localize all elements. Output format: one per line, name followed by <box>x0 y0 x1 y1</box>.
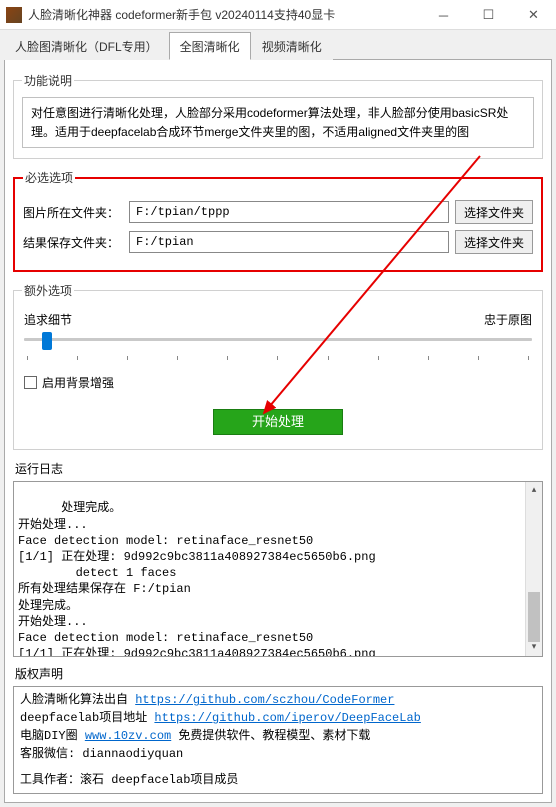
fidelity-slider[interactable] <box>22 332 534 366</box>
window-controls: ─ ☐ ✕ <box>421 0 556 29</box>
source-row: 图片所在文件夹： 选择文件夹 <box>23 200 533 224</box>
copyright-legend: 版权声明 <box>15 665 543 682</box>
log-output[interactable]: 处理完成。 开始处理... Face detection model: reti… <box>13 481 543 657</box>
log-scrollbar[interactable]: ▴ ▾ <box>525 482 542 656</box>
app-icon <box>6 7 22 23</box>
slider-thumb[interactable] <box>42 332 52 350</box>
maximize-button[interactable]: ☐ <box>466 0 511 30</box>
slider-right-label: 忠于原图 <box>484 311 532 328</box>
bg-enhance-label: 启用背景增强 <box>42 374 114 391</box>
bg-enhance-row: 启用背景增强 <box>24 374 532 391</box>
tab-face-dfl[interactable]: 人脸图清晰化（DFL专用） <box>4 32 169 60</box>
scroll-down-icon[interactable]: ▾ <box>526 639 542 656</box>
required-legend: 必选选项 <box>23 169 75 186</box>
required-group: 必选选项 图片所在文件夹： 选择文件夹 结果保存文件夹： 选择文件夹 <box>13 169 543 272</box>
slider-labels: 追求细节 忠于原图 <box>24 311 532 328</box>
link-10zv[interactable]: www.10zv.com <box>85 729 171 743</box>
copyright-box: 人脸清晰化算法出自 https://github.com/sczhou/Code… <box>13 686 543 794</box>
slider-left-label: 追求细节 <box>24 311 72 328</box>
bg-enhance-checkbox[interactable] <box>24 376 37 389</box>
wechat-line: 客服微信: diannaodiyquan <box>20 745 536 763</box>
scroll-thumb[interactable] <box>528 592 540 642</box>
start-button[interactable]: 开始处理 <box>213 409 343 435</box>
description-legend: 功能说明 <box>22 72 74 89</box>
dest-browse-button[interactable]: 选择文件夹 <box>455 230 533 254</box>
tab-panel: 功能说明 对任意图进行清晰化处理，人脸部分采用codeformer算法处理，非人… <box>4 59 552 803</box>
log-legend: 运行日志 <box>15 460 543 477</box>
titlebar: 人脸清晰化神器 codeformer新手包 v20240114支持40显卡 ─ … <box>0 0 556 30</box>
scroll-up-icon[interactable]: ▴ <box>526 482 542 499</box>
tab-video[interactable]: 视频清晰化 <box>251 32 333 60</box>
source-input[interactable] <box>129 201 449 223</box>
tab-full-image[interactable]: 全图清晰化 <box>169 32 251 60</box>
link-codeformer[interactable]: https://github.com/sczhou/CodeFormer <box>135 693 394 707</box>
source-label: 图片所在文件夹： <box>23 204 123 221</box>
content-area: 人脸图清晰化（DFL专用） 全图清晰化 视频清晰化 功能说明 对任意图进行清晰化… <box>0 30 556 807</box>
minimize-button[interactable]: ─ <box>421 0 466 30</box>
description-group: 功能说明 对任意图进行清晰化处理，人脸部分采用codeformer算法处理，非人… <box>13 72 543 159</box>
link-deepfacelab[interactable]: https://github.com/iperov/DeepFaceLab <box>154 711 420 725</box>
author-line: 工具作者：滚石 deepfacelab项目成员 <box>20 771 536 789</box>
dest-row: 结果保存文件夹： 选择文件夹 <box>23 230 533 254</box>
source-browse-button[interactable]: 选择文件夹 <box>455 200 533 224</box>
extra-legend: 额外选项 <box>22 282 74 299</box>
tab-bar: 人脸图清晰化（DFL专用） 全图清晰化 视频清晰化 <box>4 32 552 60</box>
dest-input[interactable] <box>129 231 449 253</box>
description-text: 对任意图进行清晰化处理，人脸部分采用codeformer算法处理，非人脸部分使用… <box>22 97 534 148</box>
log-text: 处理完成。 开始处理... Face detection model: reti… <box>18 501 376 657</box>
close-button[interactable]: ✕ <box>511 0 556 30</box>
extra-group: 额外选项 追求细节 忠于原图 启用背景增强 开始处理 <box>13 282 543 450</box>
window-title: 人脸清晰化神器 codeformer新手包 v20240114支持40显卡 <box>28 6 421 23</box>
dest-label: 结果保存文件夹： <box>23 234 123 251</box>
